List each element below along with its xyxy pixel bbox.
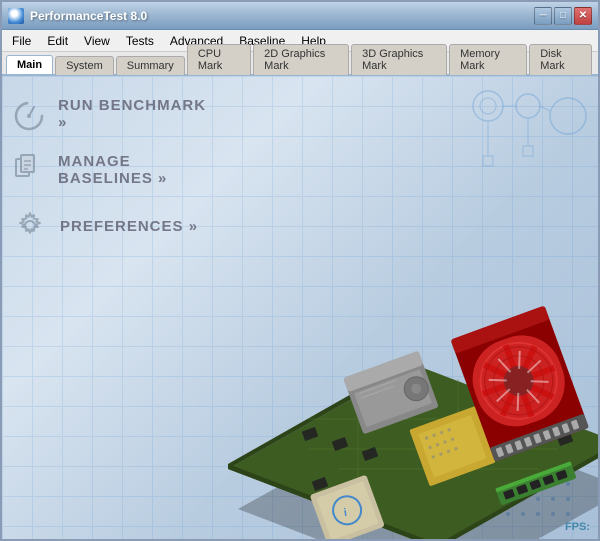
tab-summary[interactable]: Summary — [116, 56, 185, 75]
maximize-button[interactable]: □ — [554, 7, 572, 25]
menu-edit[interactable]: Edit — [39, 32, 76, 50]
gear-icon — [12, 208, 48, 244]
title-bar: PerformanceTest 8.0 ─ □ ✕ — [2, 2, 598, 30]
tab-3d-graphics-mark[interactable]: 3D Graphics Mark — [351, 44, 447, 75]
tab-main[interactable]: Main — [6, 55, 53, 74]
close-button[interactable]: ✕ — [574, 7, 592, 25]
tab-cpu-mark[interactable]: CPU Mark — [187, 44, 251, 75]
run-benchmark-label: RUN BENCHMARK » — [58, 97, 212, 131]
menu-view[interactable]: View — [76, 32, 118, 50]
tab-bar: Main System Summary CPU Mark 2D Graphics… — [2, 52, 598, 76]
tab-system[interactable]: System — [55, 56, 114, 75]
window-title: PerformanceTest 8.0 — [30, 9, 147, 23]
fps-label: FPS: — [565, 521, 590, 533]
app-window: PerformanceTest 8.0 ─ □ ✕ File Edit View… — [0, 0, 600, 541]
tab-disk-mark[interactable]: Disk Mark — [529, 44, 592, 75]
files-icon — [12, 152, 46, 188]
main-content: RUN BENCHMARK » MANAGE BASELINES » — [2, 76, 598, 539]
app-icon — [8, 8, 24, 24]
speedometer-icon — [12, 96, 46, 132]
tab-memory-mark[interactable]: Memory Mark — [449, 44, 527, 75]
minimize-button[interactable]: ─ — [534, 7, 552, 25]
window-controls: ─ □ ✕ — [534, 7, 592, 25]
title-bar-left: PerformanceTest 8.0 — [8, 8, 147, 24]
tab-2d-graphics-mark[interactable]: 2D Graphics Mark — [253, 44, 349, 75]
run-benchmark-option[interactable]: RUN BENCHMARK » — [12, 96, 212, 132]
menu-file[interactable]: File — [4, 32, 39, 50]
menu-tests[interactable]: Tests — [118, 32, 162, 50]
motherboard-3d: i — [158, 169, 598, 539]
